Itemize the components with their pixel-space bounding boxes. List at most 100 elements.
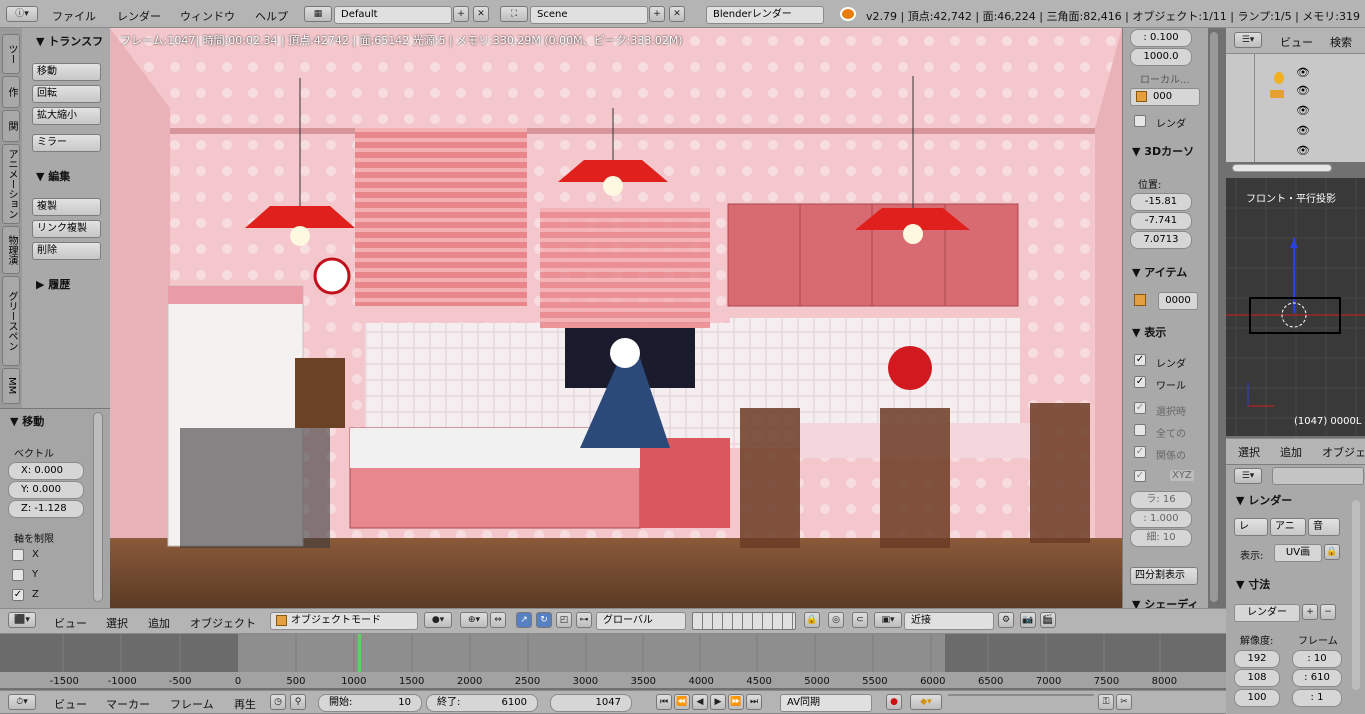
delete-button[interactable]: 削除 [32,242,101,260]
eye-icon[interactable]: 👁 [1296,84,1310,97]
tab-animation[interactable]: アニメーション [2,144,20,224]
vector-z-field[interactable]: Z: -1.128 [8,500,84,518]
timeline-playback-menu[interactable]: 再生 [234,696,256,712]
menu-file[interactable]: ファイル [52,8,96,24]
menu-help[interactable]: ヘルプ [255,8,288,24]
render-animation-button[interactable]: アニ [1270,518,1306,536]
scene-icon[interactable]: ⛶ [500,6,528,22]
mini-select-menu[interactable]: 選択 [1238,444,1260,460]
history-panel-header[interactable]: ▶ 履歴 [36,276,70,292]
grid-lines-field[interactable]: ラ: 16 [1130,491,1192,509]
timeline-view-menu[interactable]: ビュー [54,696,87,712]
duplicate-button[interactable]: 複製 [32,198,101,216]
shading-mode-icon[interactable]: ●▾ [424,612,452,628]
transform-panel-header[interactable]: ▼ トランスフ [36,33,103,49]
render-opengl-icon[interactable]: 📷 [1020,612,1036,628]
operator-header[interactable]: ▼ 移動 [10,413,44,429]
eye-icon[interactable]: 👁 [1296,66,1310,79]
render-preset-select[interactable]: レンダー [1234,604,1300,622]
pivot-point-icon[interactable]: ⊕▾ [460,612,488,628]
cursor-z-field[interactable]: 7.0713 [1130,231,1192,249]
manipulator-toggle-icon[interactable]: ⇔ [490,612,506,628]
remove-scene-icon[interactable]: ✕ [669,6,685,22]
snap-settings-icon[interactable]: ⚙ [998,612,1014,628]
3d-cursor-header[interactable]: ▼ 3Dカーソ [1132,143,1194,159]
record-icon[interactable]: ● [886,694,902,710]
current-frame-indicator[interactable] [358,634,362,672]
render-opengl-anim-icon[interactable]: 🎬 [1040,612,1056,628]
snap-toggle-icon[interactable]: ⊂ [852,612,868,628]
mini-object-menu[interactable]: オブジェ [1322,444,1365,460]
keying-set-field[interactable] [948,694,1094,696]
display-world-checkbox[interactable]: ✓ [1134,376,1146,388]
play-icon[interactable]: ▶ [710,694,726,710]
render-audio-button[interactable]: 音 [1308,518,1340,536]
transform-orientation-select[interactable]: グローバル [596,612,686,630]
item-name-field[interactable]: 0000 [1158,292,1198,310]
timeline-clock-icon[interactable]: ◷ [270,694,286,710]
frame-step-field[interactable]: : 1 [1292,689,1342,707]
all-edges-checkbox[interactable] [1134,424,1146,436]
n-panel-scrollbar[interactable] [1210,32,1218,602]
sync-mode-select[interactable]: AV同期 [780,694,872,712]
add-preset-icon[interactable]: + [1302,604,1318,620]
screen-layout-icon[interactable]: ▦ [304,6,332,22]
tab-tools[interactable]: ツー [2,34,20,74]
scale-manipulator-icon[interactable]: ◰ [556,612,572,628]
menu-render[interactable]: レンダー [117,8,161,24]
current-frame-field[interactable]: 1047 [550,694,632,712]
relationship-lines-checkbox[interactable]: ✓ [1134,446,1146,458]
proportional-edit-icon[interactable]: ◎ [828,612,844,628]
preview-range-icon[interactable]: ⚲ [290,694,306,710]
tab-grease-pencil[interactable]: グリースペン [2,276,20,366]
timeline-editor-icon[interactable]: ⏱▾ [8,694,36,710]
frame-end-field[interactable]: : 610 [1292,669,1342,687]
display-panel-header[interactable]: ▼ 表示 [1132,324,1166,340]
grid-floor-checkbox[interactable]: ✓ [1134,470,1146,482]
jump-keyframe-forward-icon[interactable]: ⏩ [728,694,744,710]
scale-button[interactable]: 拡大縮小 [32,107,101,125]
scene-field[interactable]: Scene [530,6,648,24]
play-reverse-icon[interactable]: ◀ [692,694,708,710]
3d-viewport[interactable]: フレーム:1047| 時間:00:02.34 | 頂点:42742 | 面:65… [110,28,1122,608]
property-context-tabs[interactable] [1272,467,1364,485]
cursor-y-field[interactable]: -7.741 [1130,212,1192,230]
grid-subdivisions-field[interactable]: 細: 10 [1130,529,1192,547]
outliner-hscrollbar[interactable] [1232,164,1332,172]
lock-layers-icon[interactable]: 🔒 [804,612,820,628]
menu-window[interactable]: ウィンドウ [180,8,235,24]
outliner-view-menu[interactable]: ビュー [1280,34,1313,50]
3d-object-menu[interactable]: オブジェクト [190,615,256,631]
clip-end-field[interactable]: 1000.0 [1130,48,1192,66]
insert-keyframe-icon[interactable]: ⚿ [1098,694,1114,710]
constraint-y-checkbox[interactable] [12,569,24,581]
eye-icon[interactable]: 👁 [1296,144,1310,157]
3d-view-editor-icon[interactable]: ⬛▾ [8,612,36,628]
display-mode-select[interactable]: UV画 [1274,544,1322,562]
edit-panel-header[interactable]: ▼ 編集 [36,168,70,184]
delete-keyframe-icon[interactable]: ✂ [1116,694,1132,710]
tab-relations[interactable]: 関 [2,110,20,142]
outliner-search-menu[interactable]: 検索 [1330,34,1352,50]
interaction-mode-select[interactable]: オブジェクトモード [270,612,418,630]
mini-viewport[interactable]: フロント・平行投影 (1047) 0000L [1226,178,1365,436]
snap-element-icon[interactable]: ▣▾ [874,612,902,628]
keying-set-icon[interactable]: ◆▾ [910,694,942,710]
eye-icon[interactable]: 👁 [1296,124,1310,137]
timeline-frame-menu[interactable]: フレーム [170,696,214,712]
quad-view-button[interactable]: 四分割表示 [1130,567,1198,585]
remove-preset-icon[interactable]: − [1320,604,1336,620]
orientation-icon[interactable]: ⊶ [576,612,592,628]
mini-add-menu[interactable]: 追加 [1280,444,1302,460]
constraint-x-checkbox[interactable] [12,549,24,561]
resolution-y-field[interactable]: 108 [1234,669,1280,687]
3d-view-menu[interactable]: ビュー [54,615,87,631]
tab-physics[interactable]: 物理演 [2,226,20,274]
tab-create[interactable]: 作 [2,76,20,108]
jump-end-icon[interactable]: ⏭ [746,694,762,710]
3d-select-menu[interactable]: 選択 [106,615,128,631]
rotate-manipulator-icon[interactable]: ↻ [536,612,552,628]
operator-scrollbar[interactable] [93,412,103,602]
outliner-tree[interactable]: 👁 👁 👁 👁 👁 [1226,54,1365,162]
item-panel-header[interactable]: ▼ アイテム [1132,264,1187,280]
